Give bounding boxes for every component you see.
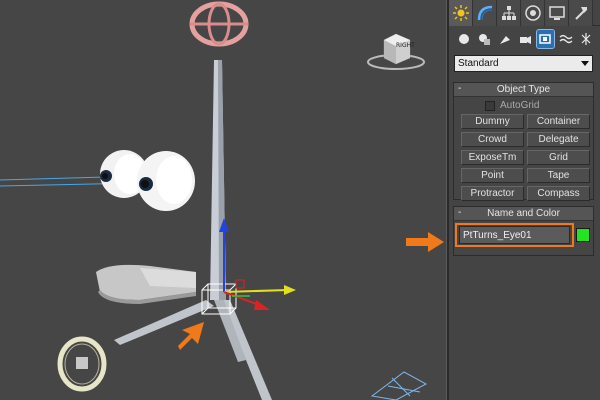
- motion-icon: [524, 5, 541, 21]
- object-type-buttons: Dummy Container Crowd Delegate ExposeTm …: [461, 114, 590, 201]
- grid-icon-bottom: [370, 371, 428, 400]
- tab-modify[interactable]: [473, 0, 497, 26]
- transform-gizmo[interactable]: [219, 218, 296, 310]
- autogrid-option[interactable]: AutoGrid: [485, 100, 539, 111]
- callout-arrow-viewport: [178, 322, 204, 350]
- compass-button[interactable]: Compass: [527, 186, 590, 201]
- name-and-color-rollout: - Name and Color: [453, 206, 594, 256]
- category-icons: [455, 29, 595, 50]
- delegate-button[interactable]: Delegate: [527, 132, 590, 147]
- display-icon: [548, 6, 565, 20]
- collapse-icon: -: [458, 207, 462, 218]
- object-type-title: Object Type: [496, 84, 551, 95]
- protractor-button[interactable]: Protractor: [461, 186, 524, 201]
- object-name-input[interactable]: [459, 226, 570, 244]
- tab-motion[interactable]: [521, 0, 545, 26]
- name-and-color-title: Name and Color: [487, 208, 560, 219]
- chevron-down-icon: [581, 61, 589, 66]
- cameras-icon: [519, 36, 531, 44]
- category-cameras[interactable]: [516, 30, 533, 48]
- ground-ring[interactable]: [57, 336, 107, 392]
- space-warps-icon: [559, 34, 573, 44]
- object-color-swatch[interactable]: [576, 228, 590, 242]
- command-panel: Standard - Object Type AutoGrid Dummy Co…: [449, 0, 600, 400]
- callout-arrow-name-field: [406, 232, 444, 252]
- jaw-helper[interactable]: [96, 264, 196, 304]
- hierarchy-icon: [501, 6, 516, 20]
- perspective-viewport[interactable]: RIGHT: [0, 0, 447, 400]
- viewcube-icon[interactable]: [366, 26, 426, 72]
- dummy-button[interactable]: Dummy: [461, 114, 524, 129]
- create-icon: [452, 5, 469, 21]
- geometry-icon: [458, 34, 469, 44]
- category-geometry[interactable]: [455, 30, 472, 48]
- tab-hierarchy[interactable]: [497, 0, 521, 26]
- tab-utilities[interactable]: [569, 0, 593, 26]
- shapes-icon: [479, 34, 491, 45]
- systems-icon: [581, 33, 591, 45]
- collapse-icon: -: [458, 83, 462, 94]
- modify-icon: [477, 5, 492, 21]
- name-and-color-rollout-header[interactable]: - Name and Color: [454, 207, 593, 221]
- category-shapes[interactable]: [475, 30, 492, 48]
- exposetm-button[interactable]: ExposeTm: [461, 150, 524, 165]
- category-dropdown[interactable]: Standard: [454, 55, 593, 72]
- viewcube-label: RIGHT: [396, 42, 415, 49]
- right-eyeball[interactable]: [137, 151, 195, 211]
- tape-button[interactable]: Tape: [527, 168, 590, 183]
- helpers-icon: [539, 34, 552, 44]
- autogrid-label: AutoGrid: [500, 100, 540, 111]
- category-space-warps[interactable]: [557, 30, 574, 48]
- crowd-button[interactable]: Crowd: [461, 132, 524, 147]
- category-helpers[interactable]: [535, 29, 556, 49]
- point-button[interactable]: Point: [461, 168, 524, 183]
- object-type-rollout-header[interactable]: - Object Type: [454, 83, 593, 97]
- container-button[interactable]: Container: [527, 114, 590, 129]
- object-type-rollout: - Object Type AutoGrid Dummy Container C…: [453, 82, 594, 201]
- lights-icon: [499, 36, 510, 44]
- category-lights[interactable]: [496, 30, 513, 48]
- category-dropdown-value: Standard: [458, 58, 499, 69]
- autogrid-checkbox[interactable]: [485, 100, 495, 111]
- category-systems[interactable]: [578, 30, 595, 48]
- tab-create[interactable]: [449, 0, 473, 26]
- command-panel-tabs: [449, 0, 600, 26]
- utilities-icon: [574, 7, 587, 20]
- look-at-ring[interactable]: [189, 1, 249, 47]
- tab-display[interactable]: [545, 0, 569, 26]
- grid-button[interactable]: Grid: [527, 150, 590, 165]
